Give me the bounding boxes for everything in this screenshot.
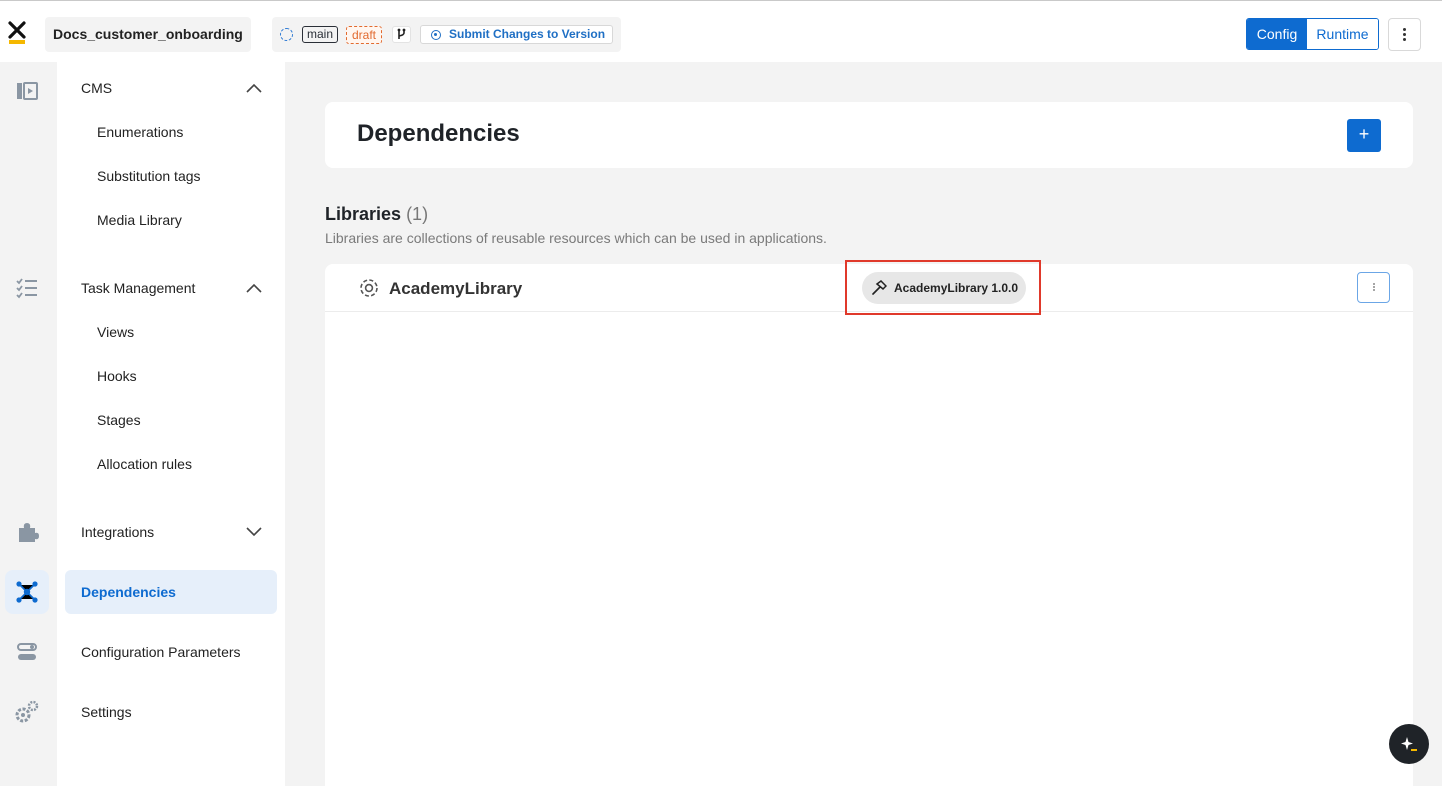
- libraries-heading: Libraries (1): [325, 204, 428, 225]
- chevron-up-icon[interactable]: [246, 83, 262, 93]
- highlight-box: [845, 260, 1041, 315]
- chevron-up-icon[interactable]: [246, 283, 262, 293]
- rail-integrations[interactable]: [5, 510, 49, 554]
- sidebar-item-stages[interactable]: Stages: [97, 412, 141, 428]
- gear-icon: [360, 279, 378, 297]
- libraries-card: AcademyLibrary AcademyLibrary 1.0.0: [325, 260, 1413, 786]
- settings-gears-icon: [15, 700, 39, 723]
- main-content: Dependencies + Libraries (1) Libraries a…: [285, 62, 1442, 786]
- cms-icon: [17, 82, 38, 100]
- sidebar-item-substitution-tags[interactable]: Substitution tags: [97, 168, 201, 184]
- sidebar-item-configuration-parameters[interactable]: Configuration Parameters: [81, 644, 241, 660]
- rail-cms[interactable]: [5, 68, 49, 112]
- library-name: AcademyLibrary: [389, 279, 523, 298]
- mode-toggle: Config Runtime: [1246, 18, 1379, 50]
- chevron-down-icon[interactable]: [246, 527, 262, 537]
- branch-badge[interactable]: main: [302, 26, 339, 43]
- task-list-icon: [16, 278, 37, 299]
- add-dependency-button[interactable]: +: [1347, 119, 1381, 152]
- library-options-button[interactable]: [1357, 272, 1390, 303]
- libraries-count: (1): [406, 204, 429, 224]
- draft-badge: draft: [346, 26, 383, 44]
- record-icon: [431, 30, 441, 40]
- sidebar-item-views[interactable]: Views: [97, 324, 134, 340]
- page-header: Dependencies +: [325, 102, 1413, 168]
- sidebar-item-enumerations[interactable]: Enumerations: [97, 124, 183, 140]
- sidebar-item-media-library[interactable]: Media Library: [97, 212, 182, 228]
- sidebar-section-task-management[interactable]: Task Management: [81, 280, 195, 296]
- icon-rail: [0, 62, 57, 786]
- kebab-icon: [1372, 282, 1375, 285]
- rail-task-management[interactable]: [5, 266, 49, 310]
- rail-dependencies[interactable]: [5, 570, 49, 614]
- puzzle-icon: [19, 523, 39, 542]
- sparkle-icon: [1401, 737, 1417, 751]
- fork-button[interactable]: [392, 26, 411, 43]
- ai-assistant-button[interactable]: [1389, 724, 1429, 764]
- runtime-mode-button[interactable]: Runtime: [1307, 19, 1378, 49]
- submit-changes-button[interactable]: Submit Changes to Version: [420, 25, 613, 44]
- sidebar-item-allocation-rules[interactable]: Allocation rules: [97, 456, 192, 472]
- config-toggle-icon: [17, 643, 37, 660]
- sidebar-item-dependencies[interactable]: Dependencies: [65, 570, 277, 614]
- sidebar: CMS Enumerations Substitution tags Media…: [57, 62, 285, 786]
- kebab-icon: [1403, 27, 1406, 31]
- fork-icon: [397, 28, 406, 39]
- sidebar-section-integrations[interactable]: Integrations: [81, 524, 154, 540]
- top-bar: Docs_customer_onboarding main draft Subm…: [0, 0, 1442, 62]
- rail-settings[interactable]: [5, 690, 49, 734]
- sidebar-section-cms[interactable]: CMS: [81, 80, 112, 96]
- app-logo-icon[interactable]: [8, 21, 26, 45]
- libraries-description: Libraries are collections of reusable re…: [325, 230, 827, 246]
- sidebar-item-hooks[interactable]: Hooks: [97, 368, 137, 384]
- more-options-button[interactable]: [1388, 18, 1421, 51]
- dependencies-icon: [16, 581, 38, 603]
- submit-changes-label: Submit Changes to Version: [449, 27, 606, 41]
- branch-bar: main draft Submit Changes to Version: [272, 17, 621, 52]
- page-title: Dependencies: [357, 120, 520, 147]
- sidebar-item-dependencies-label: Dependencies: [81, 584, 176, 600]
- config-mode-button[interactable]: Config: [1247, 19, 1307, 49]
- rail-configuration-parameters[interactable]: [5, 630, 49, 674]
- app-name[interactable]: Docs_customer_onboarding: [45, 17, 251, 52]
- sync-icon: [280, 28, 293, 41]
- sidebar-item-settings[interactable]: Settings: [81, 704, 132, 720]
- library-row[interactable]: AcademyLibrary AcademyLibrary 1.0.0: [325, 260, 1413, 315]
- libraries-title: Libraries: [325, 204, 402, 224]
